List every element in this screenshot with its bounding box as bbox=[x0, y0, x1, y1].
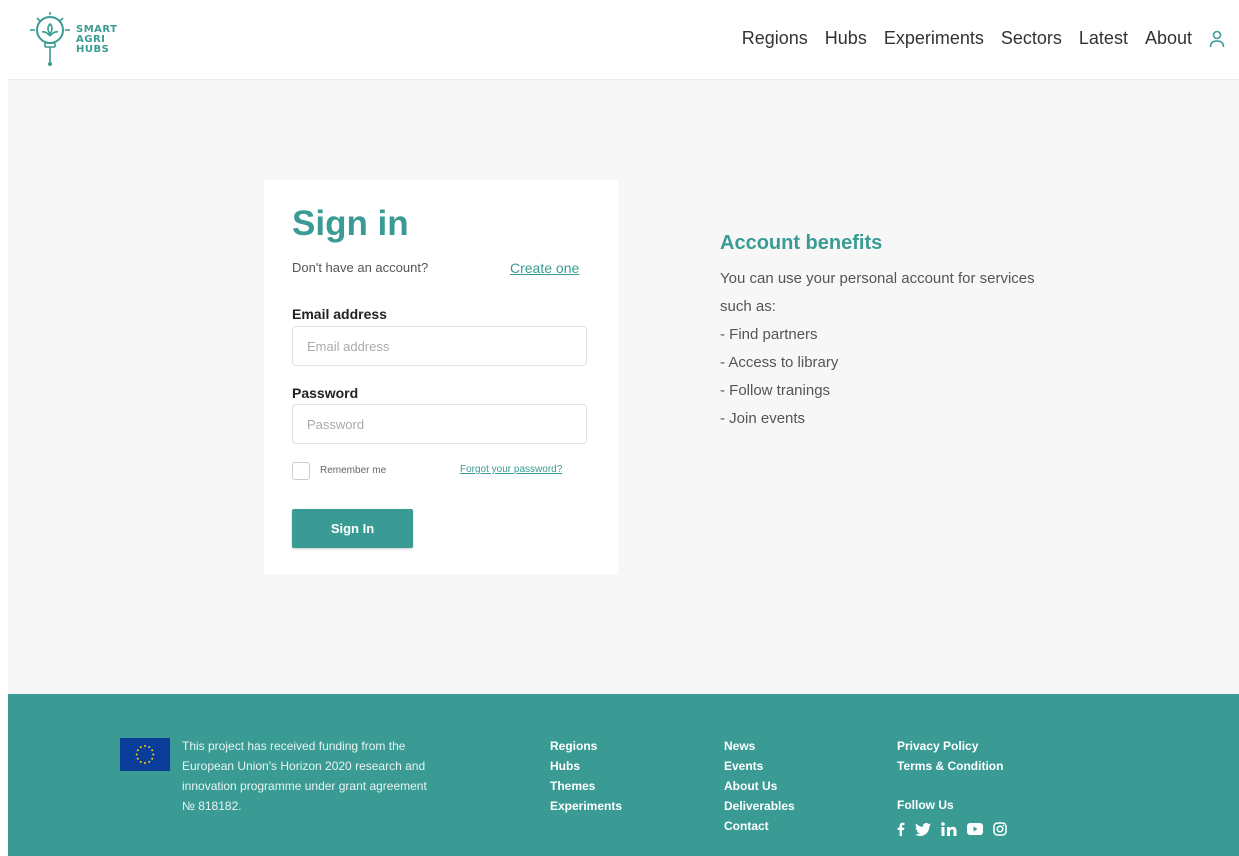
password-label: Password bbox=[292, 385, 359, 401]
list-item: - Access to library bbox=[720, 354, 839, 371]
nav-sectors[interactable]: Sectors bbox=[1001, 28, 1062, 49]
email-input[interactable] bbox=[292, 326, 587, 366]
user-icon[interactable] bbox=[1209, 30, 1225, 48]
social-links bbox=[897, 822, 1007, 836]
footer-col-main: Regions Hubs Themes Experiments bbox=[550, 736, 622, 816]
logo-line-3: HUBS bbox=[76, 44, 110, 55]
footer-link-about-us[interactable]: About Us bbox=[724, 776, 795, 796]
footer-link-privacy-policy[interactable]: Privacy Policy bbox=[897, 736, 1003, 756]
nav-regions[interactable]: Regions bbox=[742, 28, 808, 49]
footer-link-contact[interactable]: Contact bbox=[724, 816, 795, 836]
forgot-password-link[interactable]: Forgot your password? bbox=[460, 464, 562, 475]
twitter-icon[interactable] bbox=[915, 822, 931, 836]
eu-flag-icon bbox=[120, 738, 170, 771]
benefits-intro: You can use your personal account for se… bbox=[720, 270, 1035, 315]
main-nav: Regions Hubs Experiments Sectors Latest … bbox=[725, 28, 1225, 49]
list-item: - Join events bbox=[720, 410, 806, 427]
footer-link-news[interactable]: News bbox=[724, 736, 795, 756]
create-account-link[interactable]: Create one bbox=[510, 260, 579, 276]
footer-link-themes[interactable]: Themes bbox=[550, 776, 622, 796]
list-item: - Follow tranings bbox=[720, 382, 831, 399]
nav-latest[interactable]: Latest bbox=[1079, 28, 1128, 49]
list-item: - Find partners bbox=[720, 326, 818, 343]
page: SMART AGRI HUBS Regions Hubs Experiments… bbox=[8, 0, 1239, 856]
footer-link-terms[interactable]: Terms & Condition bbox=[897, 756, 1003, 776]
remember-me-checkbox[interactable] bbox=[292, 462, 310, 480]
footer-link-regions[interactable]: Regions bbox=[550, 736, 622, 756]
footer-link-experiments[interactable]: Experiments bbox=[550, 796, 622, 816]
funding-text: This project has received funding from t… bbox=[182, 739, 427, 813]
facebook-icon[interactable] bbox=[897, 822, 905, 836]
footer-link-hubs[interactable]: Hubs bbox=[550, 756, 622, 776]
nav-hubs[interactable]: Hubs bbox=[825, 28, 867, 49]
email-label: Email address bbox=[292, 306, 387, 322]
lightbulb-logo-icon bbox=[30, 12, 70, 66]
benefits-title: Account benefits bbox=[720, 232, 883, 254]
account-benefits: Account benefits You can use your person… bbox=[720, 232, 1060, 433]
site-header: SMART AGRI HUBS Regions Hubs Experiments… bbox=[8, 0, 1239, 80]
password-input[interactable] bbox=[292, 404, 587, 444]
nav-about[interactable]: About bbox=[1145, 28, 1192, 49]
logo[interactable]: SMART AGRI HUBS bbox=[28, 10, 117, 70]
signin-card: Sign in Don't have an account? Create on… bbox=[264, 180, 618, 574]
site-footer: This project has received funding from t… bbox=[8, 694, 1239, 856]
footer-col-info: News Events About Us Deliverables Contac… bbox=[724, 736, 795, 836]
youtube-icon[interactable] bbox=[967, 823, 983, 835]
nav-experiments[interactable]: Experiments bbox=[884, 28, 984, 49]
footer-link-events[interactable]: Events bbox=[724, 756, 795, 776]
instagram-icon[interactable] bbox=[993, 822, 1007, 836]
benefits-list: - Find partners - Access to library - Fo… bbox=[720, 321, 1060, 433]
no-account-text: Don't have an account? bbox=[292, 260, 429, 275]
linkedin-icon[interactable] bbox=[941, 822, 957, 836]
logo-wordmark: SMART AGRI HUBS bbox=[76, 25, 117, 55]
signin-button[interactable]: Sign In bbox=[292, 509, 413, 548]
footer-link-deliverables[interactable]: Deliverables bbox=[724, 796, 795, 816]
signin-title: Sign in bbox=[292, 204, 409, 243]
follow-us-title: Follow Us bbox=[897, 798, 954, 812]
remember-me-label: Remember me bbox=[320, 465, 387, 476]
footer-col-legal: Privacy Policy Terms & Condition bbox=[897, 736, 1003, 776]
